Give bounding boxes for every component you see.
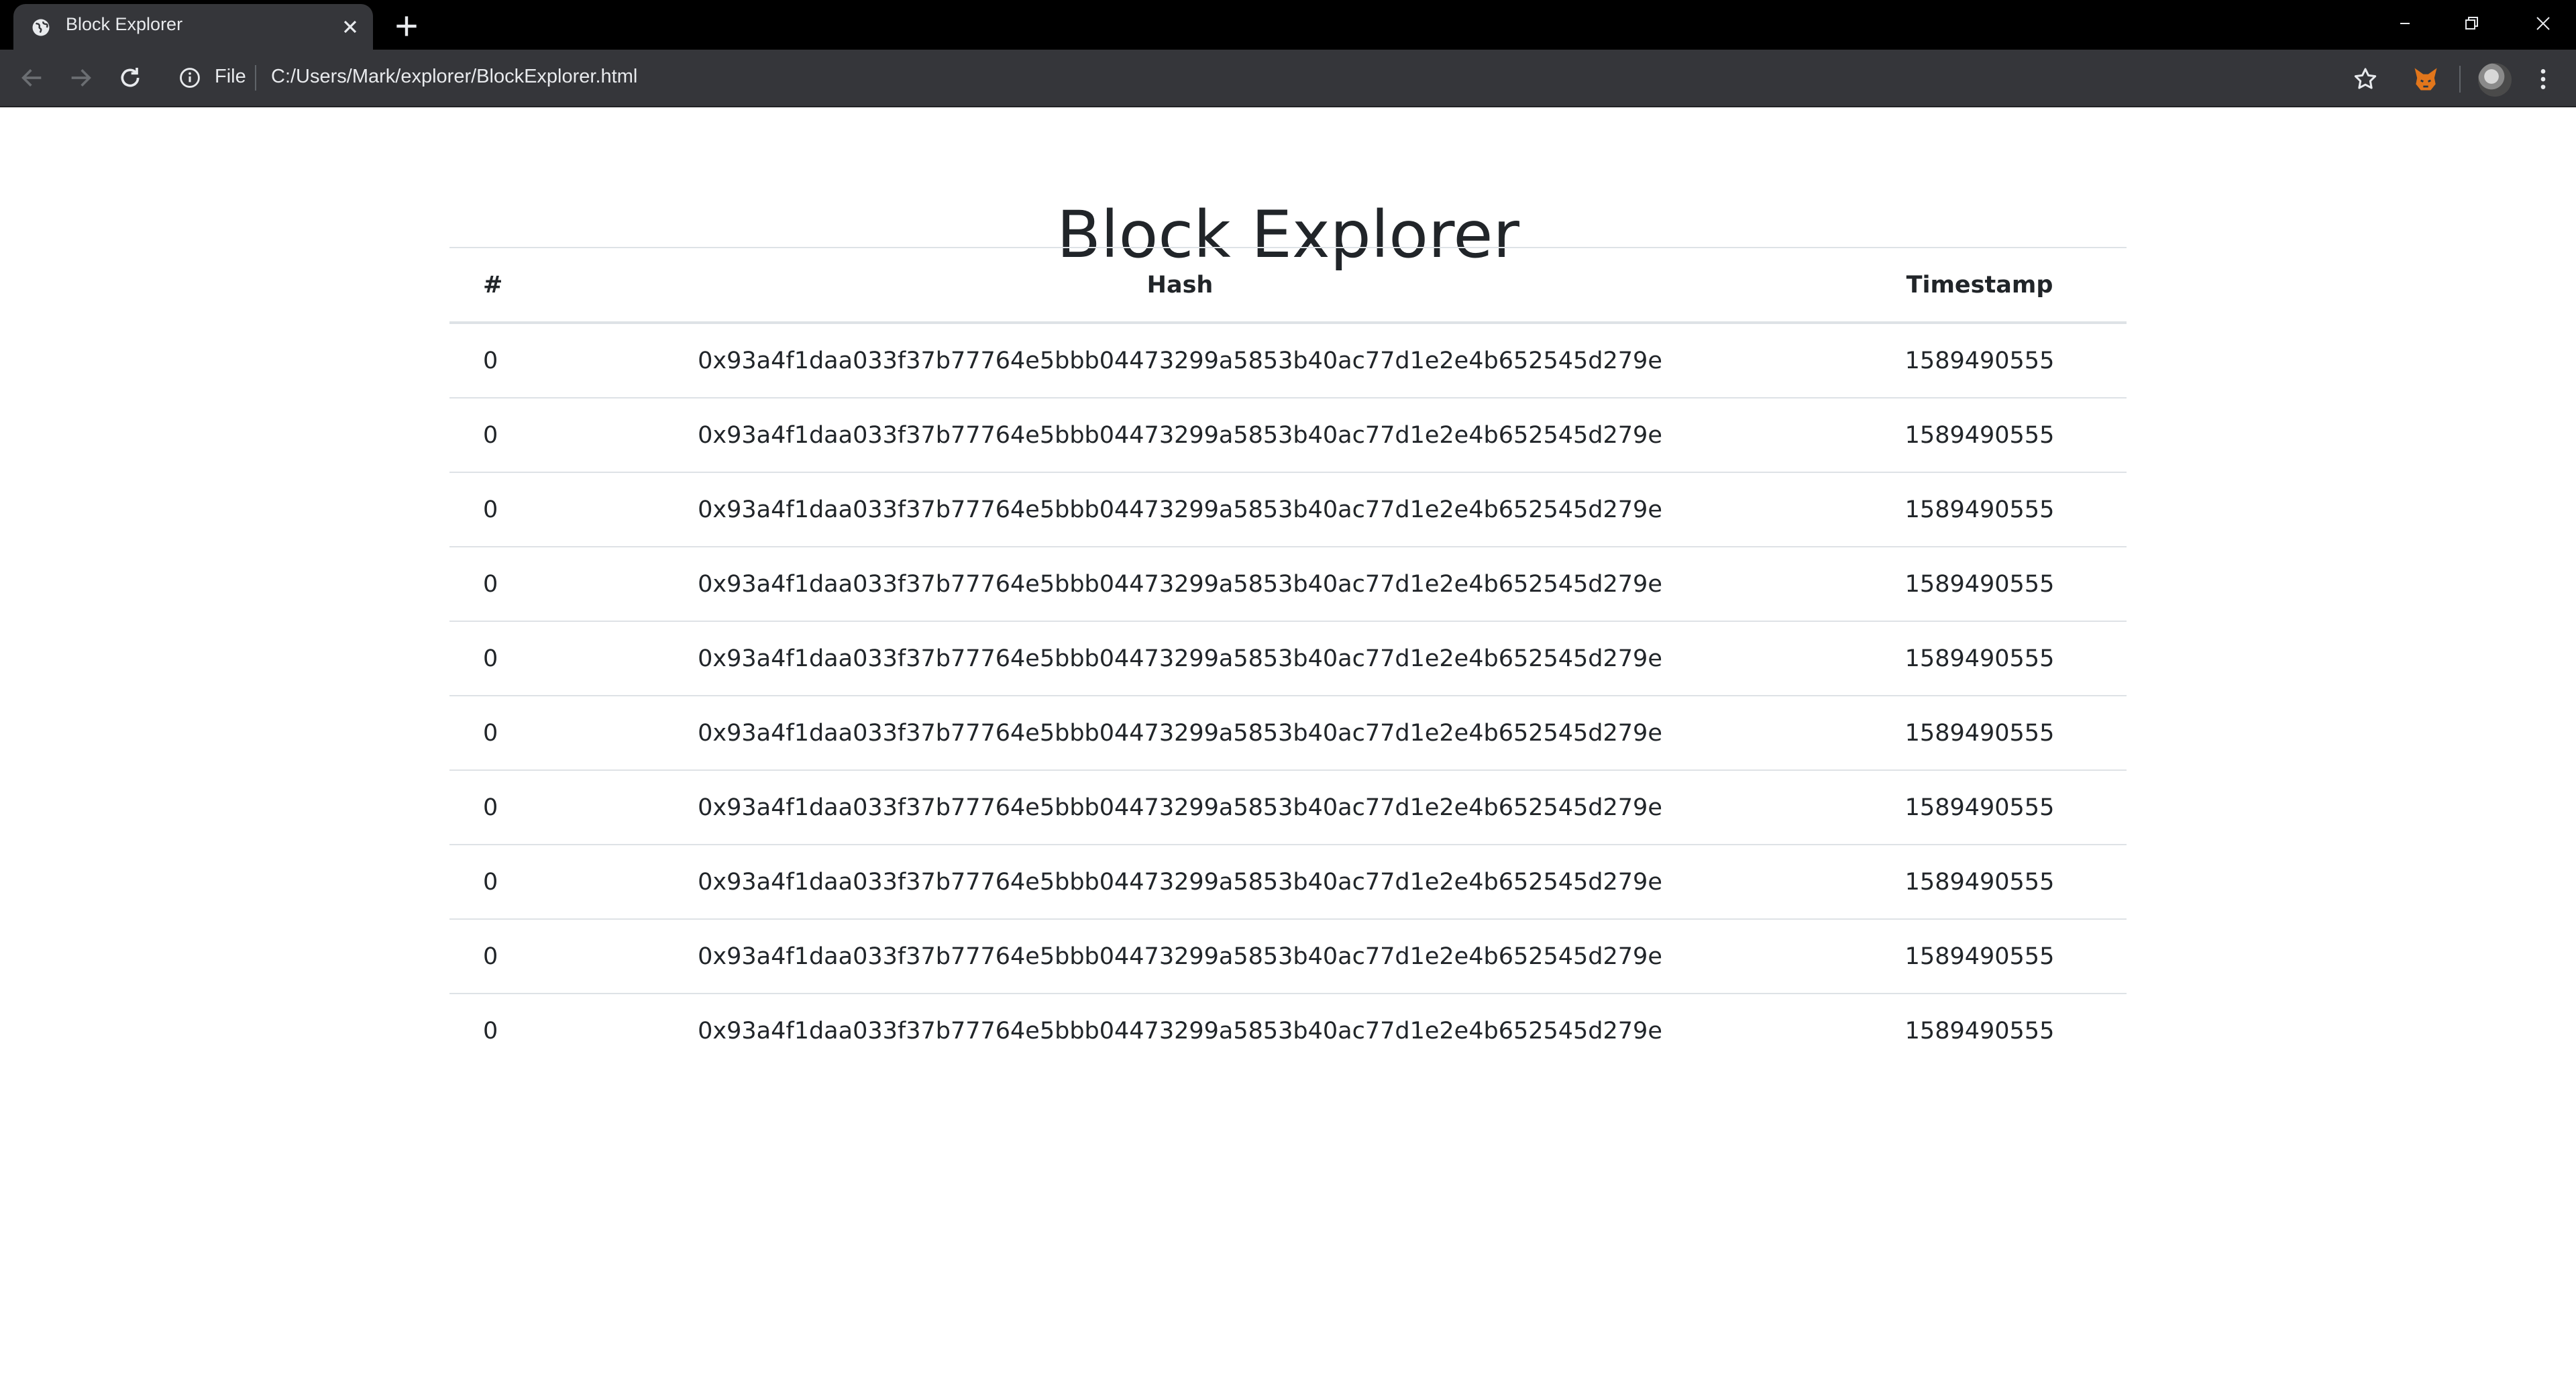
- browser-toolbar: File C:/Users/Mark/explorer/BlockExplore…: [0, 50, 2576, 106]
- fox-icon[interactable]: [2411, 64, 2440, 94]
- table-row: 0 0x93a4f1daa033f37b77764e5bbb04473299a5…: [449, 844, 2127, 919]
- block-hash: 0x93a4f1daa033f37b77764e5bbb04473299a585…: [527, 993, 1833, 1067]
- arrow-right-icon[interactable]: [67, 64, 94, 91]
- minimize-icon[interactable]: [2371, 0, 2438, 47]
- block-timestamp: 1589490555: [1833, 472, 2127, 547]
- table-row: 0 0x93a4f1daa033f37b77764e5bbb04473299a5…: [449, 397, 2127, 472]
- table-header-row: # Hash Timestamp: [449, 247, 2127, 324]
- globe-icon: [32, 19, 50, 36]
- restore-icon[interactable]: [2438, 0, 2505, 47]
- reload-icon[interactable]: [117, 64, 144, 91]
- block-timestamp: 1589490555: [1833, 918, 2127, 994]
- kebab-menu-icon[interactable]: [2533, 66, 2553, 93]
- block-hash: 0x93a4f1daa033f37b77764e5bbb04473299a585…: [527, 769, 1833, 845]
- block-hash: 0x93a4f1daa033f37b77764e5bbb04473299a585…: [527, 695, 1833, 770]
- block-timestamp: 1589490555: [1833, 695, 2127, 770]
- block-hash: 0x93a4f1daa033f37b77764e5bbb04473299a585…: [527, 621, 1833, 696]
- block-number: 0: [449, 918, 527, 994]
- toolbar-separator: [2459, 66, 2461, 93]
- table-row: 0 0x93a4f1daa033f37b77764e5bbb04473299a5…: [449, 472, 2127, 547]
- tab-title: Block Explorer: [66, 14, 183, 34]
- block-timestamp: 1589490555: [1833, 844, 2127, 919]
- browser-titlebar: Block Explorer: [0, 0, 2576, 50]
- column-header-timestamp: Timestamp: [1833, 247, 2127, 324]
- plus-icon[interactable]: [392, 11, 421, 41]
- block-number: 0: [449, 844, 527, 919]
- block-number: 0: [449, 472, 527, 547]
- block-number: 0: [449, 621, 527, 696]
- block-timestamp: 1589490555: [1833, 397, 2127, 472]
- block-number: 0: [449, 695, 527, 770]
- block-number: 0: [449, 546, 527, 621]
- block-number: 0: [449, 397, 527, 472]
- blocks-table: # Hash Timestamp 0 0x93a4f1daa033f37b777…: [449, 247, 2127, 1067]
- block-timestamp: 1589490555: [1833, 769, 2127, 845]
- arrow-left-icon[interactable]: [19, 64, 46, 91]
- table-body: 0 0x93a4f1daa033f37b77764e5bbb04473299a5…: [449, 322, 2127, 1067]
- block-hash: 0x93a4f1daa033f37b77764e5bbb04473299a585…: [527, 546, 1833, 621]
- address-bar[interactable]: File C:/Users/Mark/explorer/BlockExplore…: [170, 56, 2364, 100]
- column-header-number: #: [449, 247, 527, 324]
- table-row: 0 0x93a4f1daa033f37b77764e5bbb04473299a5…: [449, 322, 2127, 398]
- table-row: 0 0x93a4f1daa033f37b77764e5bbb04473299a5…: [449, 918, 2127, 994]
- info-icon[interactable]: [178, 66, 201, 89]
- block-number: 0: [449, 322, 527, 398]
- block-number: 0: [449, 769, 527, 845]
- block-hash: 0x93a4f1daa033f37b77764e5bbb04473299a585…: [527, 397, 1833, 472]
- browser-tab[interactable]: Block Explorer: [13, 4, 373, 50]
- block-timestamp: 1589490555: [1833, 993, 2127, 1067]
- block-timestamp: 1589490555: [1833, 322, 2127, 398]
- star-icon[interactable]: [2352, 66, 2379, 93]
- url-text[interactable]: C:/Users/Mark/explorer/BlockExplorer.htm…: [271, 66, 637, 88]
- block-number: 0: [449, 993, 527, 1067]
- close-icon[interactable]: [339, 16, 361, 38]
- block-hash: 0x93a4f1daa033f37b77764e5bbb04473299a585…: [527, 844, 1833, 919]
- table-row: 0 0x93a4f1daa033f37b77764e5bbb04473299a5…: [449, 769, 2127, 845]
- block-hash: 0x93a4f1daa033f37b77764e5bbb04473299a585…: [527, 918, 1833, 994]
- toolbar-bottom-border: [0, 106, 2576, 107]
- table-row: 0 0x93a4f1daa033f37b77764e5bbb04473299a5…: [449, 695, 2127, 770]
- address-separator: [255, 65, 256, 91]
- block-hash: 0x93a4f1daa033f37b77764e5bbb04473299a585…: [527, 322, 1833, 398]
- scheme-label: File: [215, 66, 246, 87]
- column-header-hash: Hash: [527, 247, 1833, 324]
- table-row: 0 0x93a4f1daa033f37b77764e5bbb04473299a5…: [449, 993, 2127, 1067]
- window-close-icon[interactable]: [2509, 0, 2576, 47]
- avatar[interactable]: [2478, 63, 2512, 97]
- block-timestamp: 1589490555: [1833, 546, 2127, 621]
- table-row: 0 0x93a4f1daa033f37b77764e5bbb04473299a5…: [449, 546, 2127, 621]
- block-hash: 0x93a4f1daa033f37b77764e5bbb04473299a585…: [527, 472, 1833, 547]
- block-timestamp: 1589490555: [1833, 621, 2127, 696]
- table-row: 0 0x93a4f1daa033f37b77764e5bbb04473299a5…: [449, 621, 2127, 696]
